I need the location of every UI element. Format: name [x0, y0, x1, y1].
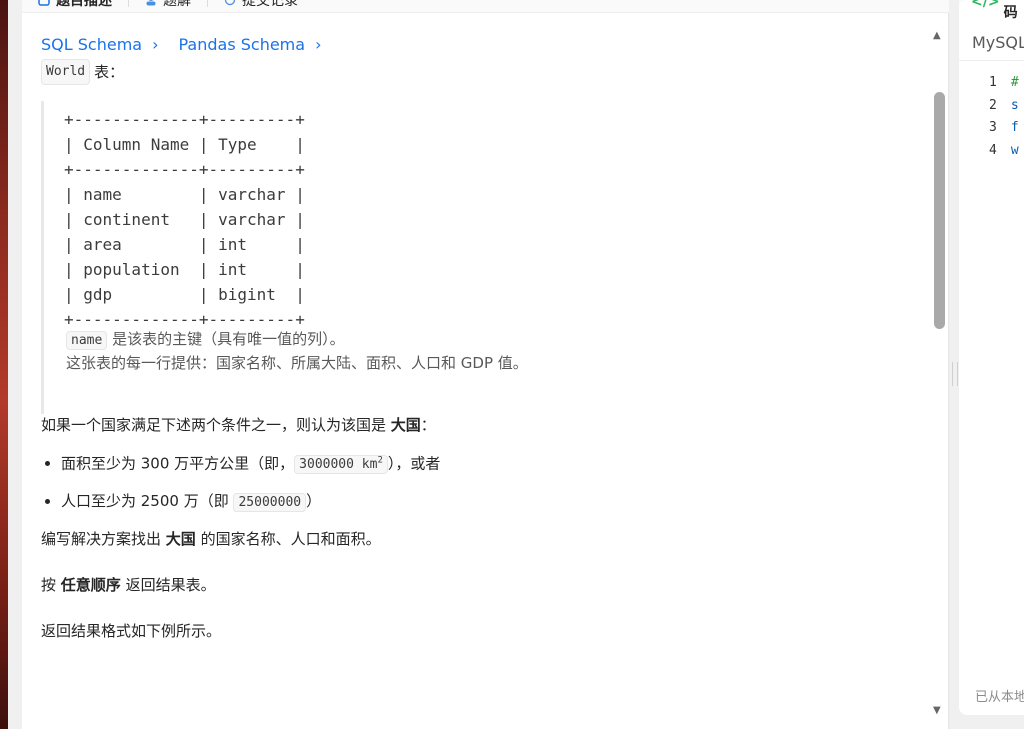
text: 如果一个国家满足下述两个条件之一，则认为该国是	[41, 416, 391, 434]
resize-grip-icon[interactable]	[952, 362, 958, 386]
link-label: Pandas Schema	[178, 35, 306, 54]
sql-schema-link[interactable]: SQL Schema ›	[41, 34, 158, 56]
superscript: 2	[377, 456, 383, 466]
text: 按	[41, 576, 61, 595]
flask-icon	[145, 0, 157, 6]
chevron-right-icon: ›	[152, 35, 159, 54]
code-line: 4w	[989, 140, 1019, 163]
document-icon	[38, 0, 50, 6]
code-text: 3000000 km	[299, 457, 378, 473]
tab-divider	[207, 0, 208, 7]
code-line: 2s	[989, 95, 1019, 118]
pandas-schema-link[interactable]: Pandas Schema ›	[178, 34, 321, 56]
line-number: 4	[989, 142, 997, 158]
tab-label: 题目描述	[56, 0, 112, 9]
bold-text: 大国	[165, 530, 196, 549]
text: ）	[306, 492, 322, 511]
text: 返回结果表。	[120, 576, 216, 595]
code-line: 3f	[989, 117, 1019, 140]
scroll-down-arrow-icon[interactable]: ▼	[933, 705, 941, 716]
bold-text: 大国	[390, 416, 421, 434]
population-code: 25000000	[233, 493, 307, 513]
link-label: SQL Schema	[41, 35, 143, 54]
tab-submissions[interactable]: 提交记录	[224, 0, 298, 10]
code-token: w	[1010, 142, 1019, 158]
scroll-up-arrow-icon[interactable]: ▲	[933, 30, 941, 41]
code-token: s	[1010, 97, 1019, 113]
code-line: 1 #	[989, 72, 1019, 95]
schema-table: +-------------+---------+ | Column Name …	[41, 101, 921, 332]
code-panel-header: </> 代码	[959, 0, 1024, 21]
table-title: World 表：	[41, 59, 921, 85]
table-title-suffix: 表：	[94, 63, 125, 81]
code-panel-title: 代码	[1003, 0, 1018, 21]
history-icon	[224, 0, 236, 6]
problem-description: SQL Schema › Pandas Schema › World 表： +-…	[41, 33, 921, 642]
language-selector[interactable]: MySQL	[972, 33, 1024, 52]
bold-text: 任意顺序	[60, 576, 121, 595]
schema-notes: name 是该表的主键（具有唯一值的列）。 这张表的每一行提供：国家名称、所属大…	[41, 328, 921, 414]
text: ：	[420, 416, 436, 434]
conditions-list: 面积至少为 300 万平方公里（即，3000000 km2），或者 人口至少为 …	[41, 450, 921, 514]
text: 的国家名称、人口和面积。	[195, 530, 381, 549]
tab-divider	[128, 0, 129, 7]
schema-links: SQL Schema › Pandas Schema ›	[41, 33, 921, 57]
tab-label: 提交记录	[242, 0, 298, 9]
code-editor-panel: </> 代码 MySQL 1# 2s 3f 4w 已从本地	[959, 0, 1024, 715]
saved-status: 已从本地	[975, 690, 1024, 705]
scrollbar-thumb[interactable]	[934, 92, 945, 329]
task-statement: 编写解决方案找出 大国 的国家名称、人口和面积。	[41, 528, 921, 550]
list-item: 人口至少为 2500 万（即 25000000）	[61, 490, 921, 514]
tab-label: 题解	[163, 0, 191, 9]
background-strip	[0, 0, 8, 729]
list-item: 面积至少为 300 万平方公里（即，3000000 km2），或者	[61, 450, 921, 476]
code-lines[interactable]: 1 # 2s 3f 4w	[989, 72, 1019, 162]
code-token: f	[1010, 120, 1019, 135]
big-country-definition: 如果一个国家满足下述两个条件之一，则认为该国是 大国：	[41, 414, 921, 436]
chevron-right-icon: ›	[315, 35, 322, 54]
divider	[959, 60, 1024, 61]
key-note: 是该表的主键（具有唯一值的列）。	[112, 330, 345, 348]
order-statement: 按 任意顺序 返回结果表。	[41, 574, 921, 596]
code-icon: </>	[971, 0, 1000, 10]
format-note: 返回结果格式如下例所示。	[41, 622, 222, 641]
tab-bar: 题目描述 题解 提交记录	[22, 0, 964, 13]
line-number: 3	[989, 120, 997, 135]
line-number: 1	[989, 75, 997, 90]
description-panel: 题目描述 题解 提交记录 SQL Schema › Pandas Schema …	[22, 0, 964, 729]
text: 编写解决方案找出	[41, 530, 166, 549]
line-number: 2	[989, 97, 997, 113]
tab-description[interactable]: 题目描述	[38, 0, 112, 10]
area-code: 3000000 km2	[294, 455, 388, 475]
table-name-code: World	[41, 59, 91, 85]
code-token: #	[1010, 75, 1019, 90]
text: ），或者	[387, 454, 441, 473]
text: 人口至少为 2500 万（即	[61, 492, 234, 511]
text: 面积至少为 300 万平方公里（即，	[61, 454, 295, 473]
key-column-code: name	[66, 331, 108, 350]
tab-solutions[interactable]: 题解	[145, 0, 191, 10]
row-note: 这张表的每一行提供：国家名称、所属大陆、面积、人口和 GDP 值。	[66, 354, 528, 372]
